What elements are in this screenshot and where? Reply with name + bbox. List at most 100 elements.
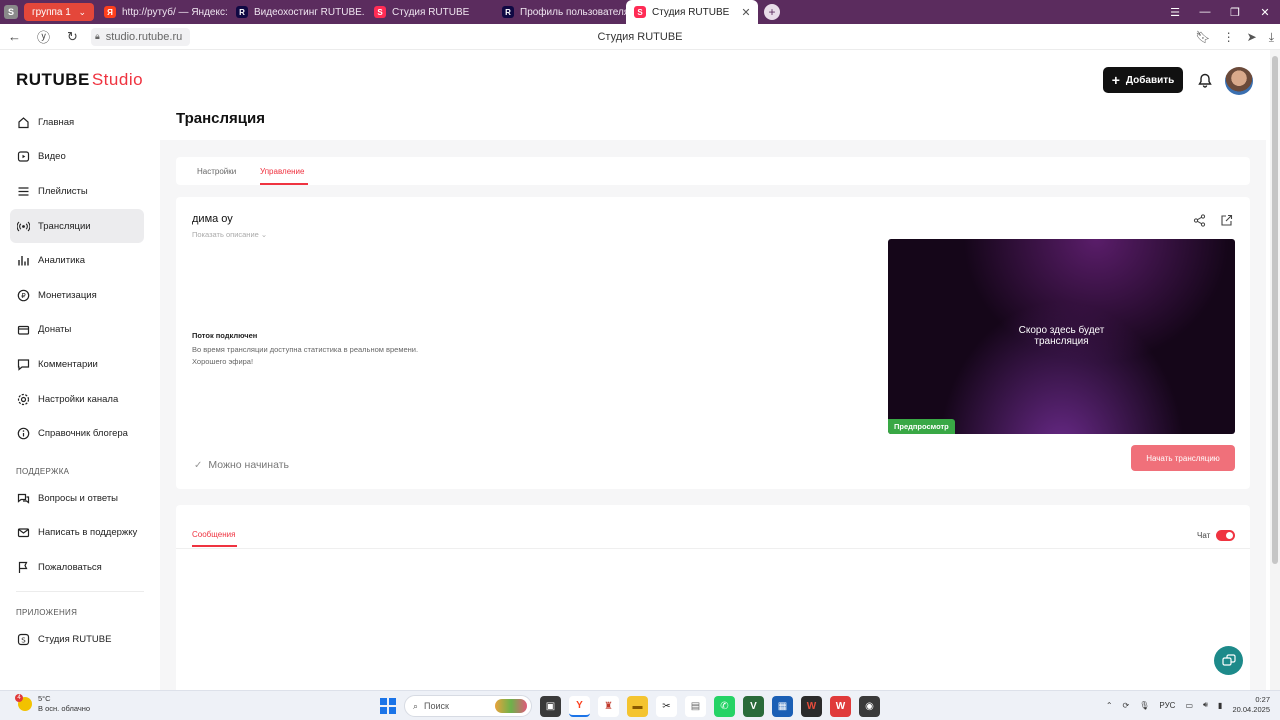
yandex-favicon-icon: Я bbox=[104, 6, 116, 18]
taskbar-apps: ⌕ Поиск ▣ Y ♜ ▬ ✂ ▤ ✆ V ▦ W W ◉ bbox=[380, 695, 880, 717]
sidebar-item-studio-app[interactable]: S Студия RUTUBE bbox=[10, 622, 144, 657]
sidebar-item-video[interactable]: Видео bbox=[10, 140, 144, 175]
task-view-icon[interactable]: ▣ bbox=[540, 695, 561, 717]
sidebar-item-label: Пожаловаться bbox=[38, 561, 102, 573]
yandex-browser-icon[interactable]: Y bbox=[569, 695, 590, 717]
minimize-icon[interactable]: — bbox=[1190, 6, 1220, 18]
sidebar-item-label: Справочник блогера bbox=[38, 428, 128, 440]
tab-studio-active[interactable]: S Студия RUTUBE ✕ bbox=[626, 0, 758, 24]
cursor-tool-icon[interactable]: ➤ bbox=[1247, 30, 1257, 44]
studio-app-icon: S bbox=[17, 633, 30, 646]
sidebar-item-blogger-guide[interactable]: Справочник блогера bbox=[10, 416, 144, 451]
yandex-home-icon[interactable]: ⓨ bbox=[29, 27, 58, 46]
microphone-icon[interactable]: 🎙︎ bbox=[1139, 701, 1149, 710]
tab-rutube-hosting[interactable]: R Видеохостинг RUTUBE. С bbox=[228, 0, 366, 24]
rutube-favicon-icon: R bbox=[236, 6, 248, 18]
notepad-icon[interactable]: ▤ bbox=[685, 695, 706, 717]
weather-widget[interactable]: 4 5°C В осн. облачно bbox=[15, 694, 90, 714]
tab-yandex[interactable]: Я http://рутуб/ — Яндекс: bbox=[96, 0, 228, 24]
support-chat-button[interactable] bbox=[1214, 646, 1243, 675]
restore-icon[interactable]: ❐ bbox=[1220, 6, 1250, 19]
sidebar-item-monetization[interactable]: ₽ Монетизация bbox=[10, 278, 144, 313]
bell-icon[interactable] bbox=[1196, 71, 1214, 89]
ready-label: Можно начинать bbox=[208, 459, 289, 471]
active-tab-underline bbox=[260, 183, 308, 185]
share-icon[interactable] bbox=[1193, 214, 1206, 227]
show-description-link[interactable]: Показать описание ⌄ bbox=[192, 230, 267, 239]
menu-icon[interactable]: ☰ bbox=[1160, 6, 1190, 19]
sidebar-item-label: Видео bbox=[38, 151, 66, 163]
weather-sun-icon: 4 bbox=[15, 694, 32, 711]
sidebar-item-broadcasts[interactable]: Трансляции bbox=[10, 208, 144, 244]
new-tab-button[interactable]: + bbox=[764, 4, 780, 20]
chat-toggle[interactable] bbox=[1216, 530, 1235, 541]
wps-office-icon[interactable]: W bbox=[830, 695, 851, 717]
tab-messages[interactable]: Сообщения bbox=[192, 530, 235, 539]
external-link-icon[interactable] bbox=[1220, 214, 1233, 227]
language-indicator[interactable]: РУС bbox=[1159, 701, 1175, 710]
preview-line: трансляция bbox=[1034, 336, 1089, 347]
windows-start-icon[interactable] bbox=[380, 698, 396, 714]
browser-tab-bar: S группа 1 ⌄ Я http://рутуб/ — Яндекс: R… bbox=[0, 0, 1280, 24]
show-description-label: Показать описание bbox=[192, 230, 259, 239]
volume-icon[interactable]: 🔊︎ bbox=[1203, 700, 1208, 710]
url-field[interactable]: 🔒︎ studio.rutube.ru bbox=[91, 27, 191, 46]
file-explorer-icon[interactable]: ▬ bbox=[627, 695, 648, 717]
monetization-icon: ₽ bbox=[17, 289, 30, 302]
window-controls: ☰ — ❐ ✕ bbox=[1160, 0, 1280, 24]
page-scrollbar-thumb[interactable] bbox=[1272, 56, 1278, 564]
tab-label: Студия RUTUBE bbox=[392, 6, 470, 18]
sidebar-item-write-support[interactable]: Написать в поддержку bbox=[10, 516, 144, 551]
start-broadcast-button[interactable]: Начать трансляцию bbox=[1131, 445, 1235, 471]
back-icon[interactable]: ← bbox=[0, 29, 29, 44]
tab-management[interactable]: Управление bbox=[260, 167, 304, 176]
add-button[interactable]: + Добавить bbox=[1103, 67, 1183, 93]
stream-status-text: Во время трансляции доступна статистика … bbox=[192, 344, 418, 368]
more-icon[interactable]: ⋮ bbox=[1223, 30, 1235, 44]
reload-icon[interactable]: ↻ bbox=[58, 29, 87, 45]
obs-studio-icon[interactable]: ◉ bbox=[859, 695, 880, 717]
sidebar-item-label: Написать в поддержку bbox=[38, 527, 138, 539]
winrar-icon[interactable]: W bbox=[801, 695, 822, 717]
sidebar-item-comments[interactable]: Комментарии bbox=[10, 347, 144, 382]
game-app-icon[interactable]: ♜ bbox=[598, 695, 619, 717]
sidebar-item-donations[interactable]: Донаты bbox=[10, 313, 144, 348]
tab-studio-1[interactable]: S Студия RUTUBE bbox=[366, 0, 494, 24]
tray-expand-icon[interactable]: ⌃ bbox=[1106, 701, 1113, 710]
sidebar-item-playlists[interactable]: Плейлисты bbox=[10, 174, 144, 209]
sidebar-item-report[interactable]: Пожаловаться bbox=[10, 550, 144, 585]
whatsapp-icon[interactable]: ✆ bbox=[714, 695, 735, 717]
tab-settings[interactable]: Настройки bbox=[197, 167, 236, 176]
browser-app-icon[interactable]: S bbox=[0, 0, 22, 24]
rutube-studio-logo[interactable]: RUTUBE Studio bbox=[16, 70, 143, 90]
tray-app-icon[interactable]: ⟳ bbox=[1123, 701, 1130, 710]
sidebar-item-analytics[interactable]: Аналитика bbox=[10, 243, 144, 278]
stream-name: дима оу bbox=[192, 213, 233, 225]
tab-profile[interactable]: R Профиль пользователя bbox=[494, 0, 626, 24]
capcut-icon[interactable]: ✂ bbox=[656, 695, 677, 717]
svg-text:S: S bbox=[21, 636, 26, 644]
chevron-down-icon: ⌄ bbox=[78, 6, 86, 17]
avatar[interactable] bbox=[1225, 67, 1253, 95]
stream-preview[interactable]: Скоро здесь будет трансляция Предпросмот… bbox=[888, 239, 1235, 434]
tab-label: Студия RUTUBE bbox=[652, 6, 730, 18]
page-title-center: Студия RUTUBE bbox=[597, 30, 683, 43]
tab-group[interactable]: группа 1 ⌄ bbox=[24, 3, 94, 21]
clock-time: 0:27 bbox=[1255, 695, 1270, 704]
sidebar-item-home[interactable]: Главная bbox=[10, 105, 144, 140]
sidebar-item-channel-settings[interactable]: Настройки канала bbox=[10, 382, 144, 417]
vpn-app-icon[interactable]: V bbox=[743, 695, 764, 717]
bookmark-icon[interactable]: 🔖︎ bbox=[1195, 30, 1210, 44]
taskbar-search[interactable]: ⌕ Поиск bbox=[404, 695, 532, 717]
close-window-icon[interactable]: ✕ bbox=[1250, 6, 1280, 19]
download-icon[interactable]: ⤓ bbox=[1269, 30, 1274, 45]
network-icon[interactable]: ▭ bbox=[1185, 701, 1193, 710]
sidebar-item-label: Вопросы и ответы bbox=[38, 492, 119, 504]
url-text: studio.rutube.ru bbox=[105, 30, 183, 43]
battery-icon[interactable]: ▮ bbox=[1218, 701, 1222, 710]
sidebar-item-faq[interactable]: Вопросы и ответы bbox=[10, 481, 144, 516]
clock-date: 20.04.2025 bbox=[1232, 705, 1270, 714]
clock[interactable]: 0:27 20.04.2025 bbox=[1232, 695, 1270, 715]
close-icon[interactable]: ✕ bbox=[741, 6, 750, 19]
store-icon[interactable]: ▦ bbox=[772, 695, 793, 717]
